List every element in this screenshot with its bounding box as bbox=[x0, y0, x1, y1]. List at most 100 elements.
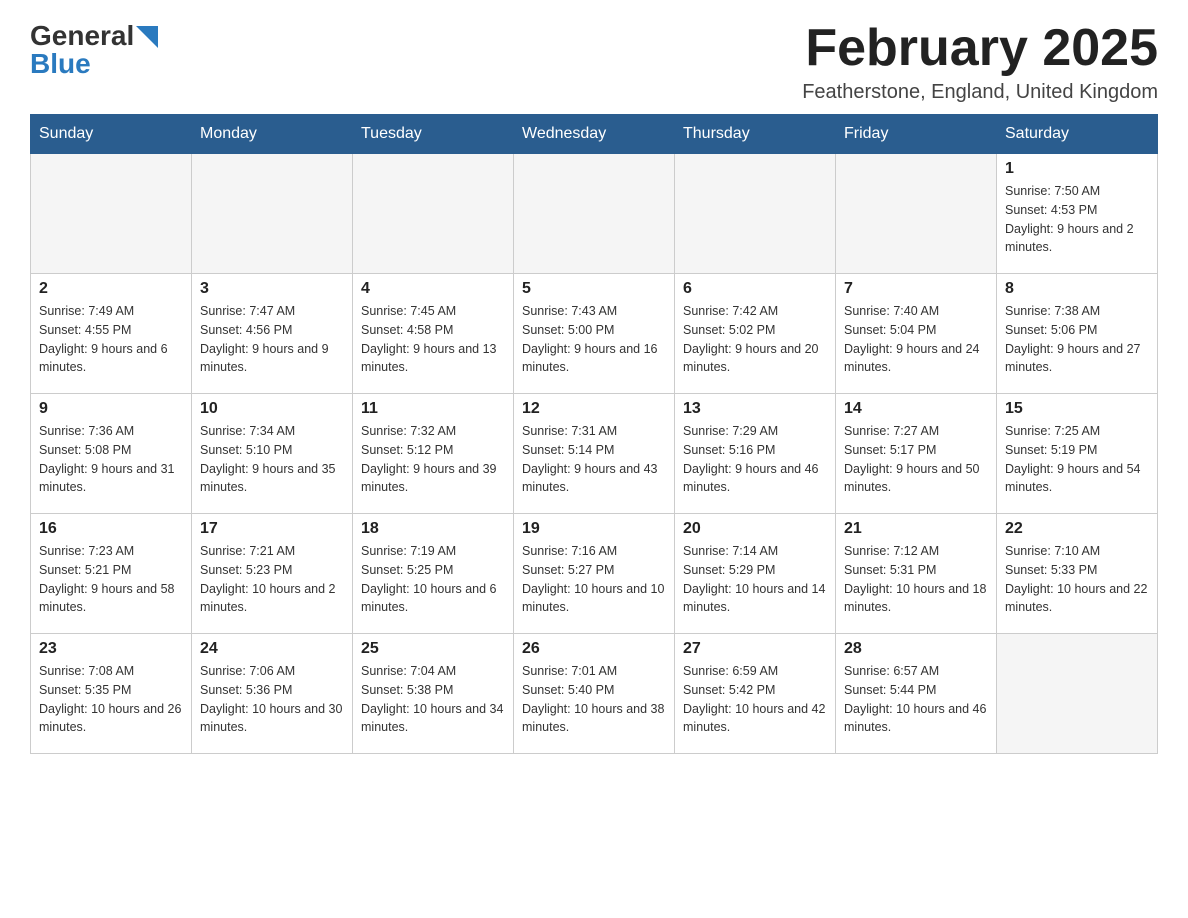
logo-blue: Blue bbox=[30, 48, 158, 80]
day-info: Sunrise: 7:32 AMSunset: 5:12 PMDaylight:… bbox=[361, 422, 505, 497]
day-info: Sunrise: 7:50 AMSunset: 4:53 PMDaylight:… bbox=[1005, 182, 1149, 257]
table-row bbox=[836, 154, 997, 274]
table-row: 3 Sunrise: 7:47 AMSunset: 4:56 PMDaylight… bbox=[192, 274, 353, 394]
calendar-week-row: 9 Sunrise: 7:36 AMSunset: 5:08 PMDaylight… bbox=[31, 394, 1158, 514]
day-info: Sunrise: 6:57 AMSunset: 5:44 PMDaylight:… bbox=[844, 662, 988, 737]
day-info: Sunrise: 7:42 AMSunset: 5:02 PMDaylight:… bbox=[683, 302, 827, 377]
table-row: 21 Sunrise: 7:12 AMSunset: 5:31 PMDayligh… bbox=[836, 514, 997, 634]
table-row bbox=[514, 154, 675, 274]
day-number: 18 bbox=[361, 520, 505, 538]
day-number: 17 bbox=[200, 520, 344, 538]
day-info: Sunrise: 7:25 AMSunset: 5:19 PMDaylight:… bbox=[1005, 422, 1149, 497]
day-info: Sunrise: 7:43 AMSunset: 5:00 PMDaylight:… bbox=[522, 302, 666, 377]
location: Featherstone, England, United Kingdom bbox=[802, 81, 1158, 104]
calendar-week-row: 23 Sunrise: 7:08 AMSunset: 5:35 PMDayligh… bbox=[31, 634, 1158, 754]
calendar-week-row: 1 Sunrise: 7:50 AMSunset: 4:53 PMDaylight… bbox=[31, 154, 1158, 274]
day-info: Sunrise: 7:49 AMSunset: 4:55 PMDaylight:… bbox=[39, 302, 183, 377]
day-number: 1 bbox=[1005, 160, 1149, 178]
col-wednesday: Wednesday bbox=[514, 115, 675, 154]
table-row: 20Sunrise: 7:14 AMSunset: 5:29 PMDayligh… bbox=[675, 514, 836, 634]
table-row: 4 Sunrise: 7:45 AMSunset: 4:58 PMDaylight… bbox=[353, 274, 514, 394]
col-tuesday: Tuesday bbox=[353, 115, 514, 154]
day-number: 21 bbox=[844, 520, 988, 538]
day-number: 25 bbox=[361, 640, 505, 658]
table-row bbox=[675, 154, 836, 274]
table-row: 24 Sunrise: 7:06 AMSunset: 5:36 PMDayligh… bbox=[192, 634, 353, 754]
table-row: 10 Sunrise: 7:34 AMSunset: 5:10 PMDayligh… bbox=[192, 394, 353, 514]
table-row: 12Sunrise: 7:31 AMSunset: 5:14 PMDayligh… bbox=[514, 394, 675, 514]
day-info: Sunrise: 7:12 AMSunset: 5:31 PMDaylight:… bbox=[844, 542, 988, 617]
day-info: Sunrise: 6:59 AMSunset: 5:42 PMDaylight:… bbox=[683, 662, 827, 737]
day-number: 19 bbox=[522, 520, 666, 538]
day-number: 11 bbox=[361, 400, 505, 418]
table-row: 22 Sunrise: 7:10 AMSunset: 5:33 PMDayligh… bbox=[997, 514, 1158, 634]
day-number: 16 bbox=[39, 520, 183, 538]
col-sunday: Sunday bbox=[31, 115, 192, 154]
table-row: 17 Sunrise: 7:21 AMSunset: 5:23 PMDayligh… bbox=[192, 514, 353, 634]
day-info: Sunrise: 7:45 AMSunset: 4:58 PMDaylight:… bbox=[361, 302, 505, 377]
table-row: 14 Sunrise: 7:27 AMSunset: 5:17 PMDayligh… bbox=[836, 394, 997, 514]
col-thursday: Thursday bbox=[675, 115, 836, 154]
day-info: Sunrise: 7:36 AMSunset: 5:08 PMDaylight:… bbox=[39, 422, 183, 497]
table-row: 13Sunrise: 7:29 AMSunset: 5:16 PMDayligh… bbox=[675, 394, 836, 514]
day-number: 28 bbox=[844, 640, 988, 658]
day-number: 27 bbox=[683, 640, 827, 658]
day-number: 13 bbox=[683, 400, 827, 418]
calendar-table: Sunday Monday Tuesday Wednesday Thursday… bbox=[30, 114, 1158, 754]
table-row: 19 Sunrise: 7:16 AMSunset: 5:27 PMDayligh… bbox=[514, 514, 675, 634]
day-info: Sunrise: 7:10 AMSunset: 5:33 PMDaylight:… bbox=[1005, 542, 1149, 617]
day-number: 3 bbox=[200, 280, 344, 298]
day-number: 2 bbox=[39, 280, 183, 298]
day-number: 23 bbox=[39, 640, 183, 658]
day-info: Sunrise: 7:34 AMSunset: 5:10 PMDaylight:… bbox=[200, 422, 344, 497]
col-saturday: Saturday bbox=[997, 115, 1158, 154]
day-info: Sunrise: 7:14 AMSunset: 5:29 PMDaylight:… bbox=[683, 542, 827, 617]
day-info: Sunrise: 7:23 AMSunset: 5:21 PMDaylight:… bbox=[39, 542, 183, 617]
day-number: 12 bbox=[522, 400, 666, 418]
table-row: 2 Sunrise: 7:49 AMSunset: 4:55 PMDaylight… bbox=[31, 274, 192, 394]
day-info: Sunrise: 7:47 AMSunset: 4:56 PMDaylight:… bbox=[200, 302, 344, 377]
table-row: 16 Sunrise: 7:23 AMSunset: 5:21 PMDayligh… bbox=[31, 514, 192, 634]
day-number: 8 bbox=[1005, 280, 1149, 298]
day-number: 7 bbox=[844, 280, 988, 298]
col-monday: Monday bbox=[192, 115, 353, 154]
logo-arrow-icon bbox=[136, 26, 158, 48]
day-info: Sunrise: 7:21 AMSunset: 5:23 PMDaylight:… bbox=[200, 542, 344, 617]
day-info: Sunrise: 7:01 AMSunset: 5:40 PMDaylight:… bbox=[522, 662, 666, 737]
day-number: 24 bbox=[200, 640, 344, 658]
table-row: 25 Sunrise: 7:04 AMSunset: 5:38 PMDayligh… bbox=[353, 634, 514, 754]
page-header: General Blue February 2025 Featherstone,… bbox=[30, 20, 1158, 104]
calendar-header-row: Sunday Monday Tuesday Wednesday Thursday… bbox=[31, 115, 1158, 154]
day-number: 4 bbox=[361, 280, 505, 298]
day-number: 14 bbox=[844, 400, 988, 418]
table-row: 9 Sunrise: 7:36 AMSunset: 5:08 PMDaylight… bbox=[31, 394, 192, 514]
day-info: Sunrise: 7:16 AMSunset: 5:27 PMDaylight:… bbox=[522, 542, 666, 617]
day-number: 10 bbox=[200, 400, 344, 418]
calendar-week-row: 16 Sunrise: 7:23 AMSunset: 5:21 PMDayligh… bbox=[31, 514, 1158, 634]
table-row: 18 Sunrise: 7:19 AMSunset: 5:25 PMDayligh… bbox=[353, 514, 514, 634]
day-info: Sunrise: 7:06 AMSunset: 5:36 PMDaylight:… bbox=[200, 662, 344, 737]
table-row: 8 Sunrise: 7:38 AMSunset: 5:06 PMDaylight… bbox=[997, 274, 1158, 394]
day-info: Sunrise: 7:04 AMSunset: 5:38 PMDaylight:… bbox=[361, 662, 505, 737]
day-info: Sunrise: 7:40 AMSunset: 5:04 PMDaylight:… bbox=[844, 302, 988, 377]
table-row: 26 Sunrise: 7:01 AMSunset: 5:40 PMDayligh… bbox=[514, 634, 675, 754]
day-info: Sunrise: 7:19 AMSunset: 5:25 PMDaylight:… bbox=[361, 542, 505, 617]
day-number: 15 bbox=[1005, 400, 1149, 418]
day-info: Sunrise: 7:38 AMSunset: 5:06 PMDaylight:… bbox=[1005, 302, 1149, 377]
table-row: 6 Sunrise: 7:42 AMSunset: 5:02 PMDaylight… bbox=[675, 274, 836, 394]
day-number: 9 bbox=[39, 400, 183, 418]
col-friday: Friday bbox=[836, 115, 997, 154]
table-row: 7 Sunrise: 7:40 AMSunset: 5:04 PMDaylight… bbox=[836, 274, 997, 394]
day-number: 22 bbox=[1005, 520, 1149, 538]
day-info: Sunrise: 7:08 AMSunset: 5:35 PMDaylight:… bbox=[39, 662, 183, 737]
table-row: 15 Sunrise: 7:25 AMSunset: 5:19 PMDayligh… bbox=[997, 394, 1158, 514]
day-number: 26 bbox=[522, 640, 666, 658]
table-row: 11 Sunrise: 7:32 AMSunset: 5:12 PMDayligh… bbox=[353, 394, 514, 514]
calendar-week-row: 2 Sunrise: 7:49 AMSunset: 4:55 PMDaylight… bbox=[31, 274, 1158, 394]
table-row bbox=[31, 154, 192, 274]
day-number: 5 bbox=[522, 280, 666, 298]
table-row: 5 Sunrise: 7:43 AMSunset: 5:00 PMDaylight… bbox=[514, 274, 675, 394]
day-info: Sunrise: 7:27 AMSunset: 5:17 PMDaylight:… bbox=[844, 422, 988, 497]
day-number: 6 bbox=[683, 280, 827, 298]
table-row: 1 Sunrise: 7:50 AMSunset: 4:53 PMDaylight… bbox=[997, 154, 1158, 274]
